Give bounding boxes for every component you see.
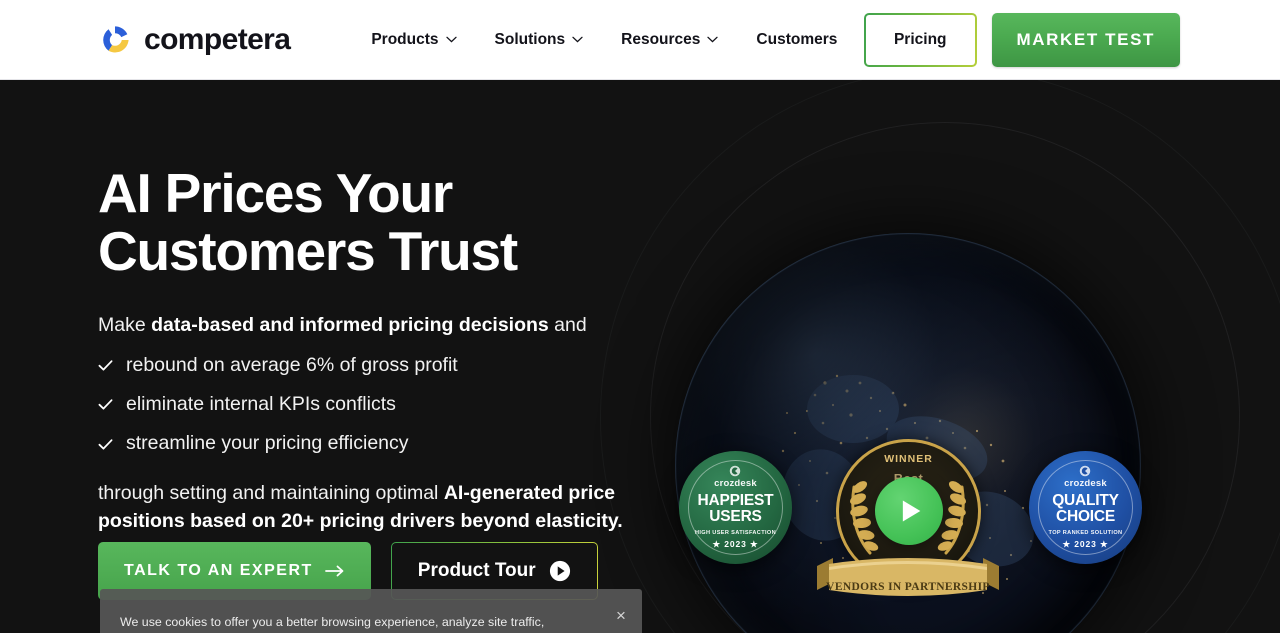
benefits-list: rebound on average 6% of gross profit el…	[98, 353, 658, 457]
outro-before: through setting and maintaining optimal	[98, 481, 444, 504]
nav-label: Resources	[621, 30, 701, 48]
medal-ribbon-text: VENDORS IN PARTNERSHIP	[826, 581, 990, 593]
page-title: AI Prices Your Customers Trust	[98, 162, 658, 282]
competera-ring-logo-icon	[103, 25, 129, 52]
logo-link[interactable]: competera	[98, 22, 291, 57]
pricing-button[interactable]: Pricing	[864, 13, 977, 67]
list-item-label: eliminate internal KPIs conflicts	[126, 393, 396, 416]
site-header: competera Products Solutions Resources C…	[0, 0, 1280, 80]
crozdesk-label: crozdesk	[714, 478, 757, 490]
hero-section: crozdesk HAPPIEST USERS HIGH USER SATISF…	[0, 80, 1280, 633]
nav-label: Solutions	[494, 30, 566, 48]
winner-medal: WINNER Best	[813, 439, 1003, 614]
nav-label: Products	[371, 30, 439, 48]
list-item: streamline your pricing efficiency	[98, 431, 658, 456]
hero-outro-paragraph: through setting and maintaining optimal …	[98, 479, 658, 536]
crozdesk-label: crozdesk	[1064, 478, 1107, 490]
crozdesk-logo-icon	[730, 465, 741, 477]
medal-winner-label: WINNER	[884, 453, 933, 465]
crozdesk-logo-icon	[1080, 465, 1091, 477]
nav-item-resources[interactable]: Resources	[602, 23, 737, 57]
nav-item-solutions[interactable]: Solutions	[476, 23, 603, 57]
badge-happiest-users: crozdesk HAPPIEST USERS HIGH USER SATISF…	[679, 451, 792, 564]
market-test-button[interactable]: MARKET TEST	[991, 12, 1180, 67]
chevron-down-icon	[707, 36, 719, 43]
play-icon	[902, 500, 921, 522]
hero-lead-paragraph: Make data-based and informed pricing dec…	[98, 311, 658, 339]
check-icon	[98, 438, 113, 450]
nav-item-products[interactable]: Products	[352, 23, 475, 57]
cookie-text-part1: We use cookies to offer you a better bro…	[120, 615, 545, 629]
headline-line-1: AI Prices Your	[98, 162, 453, 224]
nav-label: Customers	[756, 30, 838, 48]
cookie-banner-text: We use cookies to offer you a better bro…	[120, 613, 608, 633]
play-circle-icon	[549, 560, 570, 582]
lead-bold: data-based and informed pricing decision…	[151, 313, 549, 336]
header-actions: Pricing MARKET TEST	[864, 12, 1180, 67]
badge-subtitle: HIGH USER SATISFACTION	[695, 529, 776, 536]
logo-text: competera	[144, 22, 291, 56]
chevron-down-icon	[445, 36, 457, 43]
chevron-down-icon	[572, 36, 583, 43]
lead-after: and	[548, 313, 587, 336]
cookie-close-icon[interactable]: ×	[610, 604, 632, 626]
list-item-label: streamline your pricing efficiency	[126, 432, 409, 455]
product-tour-label: Product Tour	[417, 560, 536, 581]
play-video-button[interactable]	[875, 477, 943, 545]
list-item: rebound on average 6% of gross profit	[98, 353, 658, 378]
badge-quality-choice: crozdesk QUALITY CHOICE TOP RANKED SOLUT…	[1029, 451, 1142, 564]
nav-item-customers[interactable]: Customers	[737, 23, 856, 57]
badge-subtitle: TOP RANKED SOLUTION	[1048, 529, 1123, 536]
check-icon	[98, 360, 113, 371]
arrow-right-icon	[324, 565, 344, 577]
hero-copy: AI Prices Your Customers Trust Make data…	[98, 162, 658, 536]
list-item: eliminate internal KPIs conflicts	[98, 392, 658, 417]
lead-before: Make	[98, 313, 152, 336]
talk-to-expert-label: TALK TO AN EXPERT	[124, 562, 313, 579]
headline-line-2: Customers Trust	[98, 219, 518, 282]
cookie-consent-banner: We use cookies to offer you a better bro…	[100, 589, 642, 633]
list-item-label: rebound on average 6% of gross profit	[126, 353, 458, 376]
check-icon	[98, 399, 113, 410]
